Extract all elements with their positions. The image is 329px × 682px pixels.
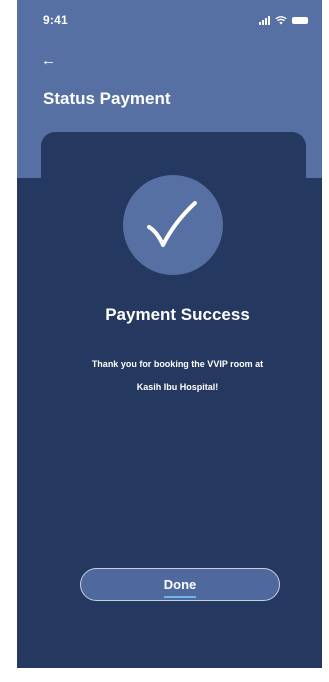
success-message-line-2: Kasih Ibu Hospital! xyxy=(136,382,219,392)
done-button-label: Done xyxy=(163,569,196,600)
success-message: Thank you for booking the VVIP room at K… xyxy=(17,353,322,399)
back-arrow-icon[interactable]: ← xyxy=(41,53,59,69)
success-title: Payment Success xyxy=(105,305,250,324)
done-button[interactable]: Done xyxy=(80,568,280,601)
battery-icon xyxy=(292,17,308,24)
status-time: 9:41 xyxy=(43,13,68,27)
page-title: Status Payment xyxy=(43,89,171,108)
phone-screen: 9:41 ← Status Payment Payment Success Th… xyxy=(17,0,322,668)
status-bar: 9:41 xyxy=(17,0,322,34)
checkmark-icon xyxy=(123,175,223,275)
success-message-line-1: Thank you for booking the VVIP room at xyxy=(91,359,264,369)
wifi-icon xyxy=(275,16,287,25)
signal-icon xyxy=(259,16,270,25)
status-icons xyxy=(259,15,308,25)
